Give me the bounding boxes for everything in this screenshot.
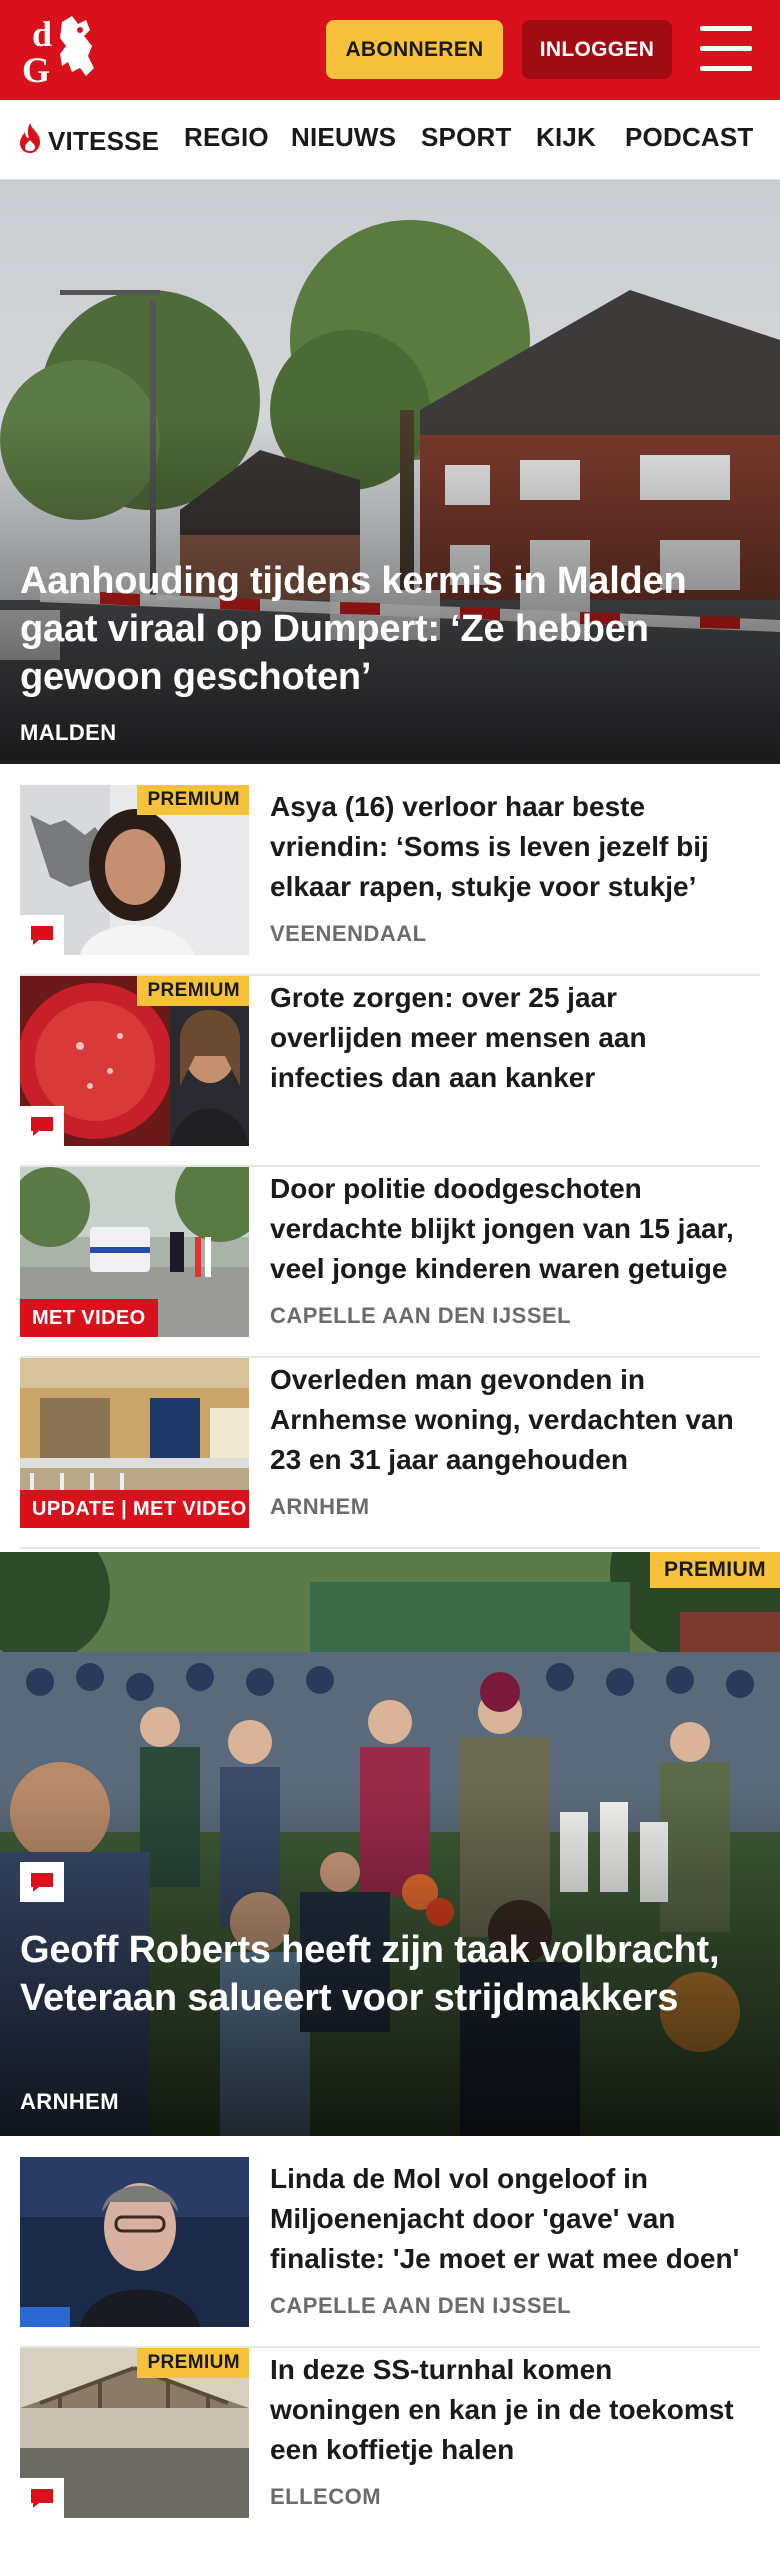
premium-badge: PREMIUM: [137, 976, 249, 1006]
main-nav: VITESSE REGIO NIEUWS SPORT KIJK PODCAST: [0, 100, 780, 180]
nav-item-vitesse[interactable]: VITESSE: [16, 122, 159, 157]
hero-location: ARNHEM: [20, 2089, 119, 2114]
list-item[interactable]: PREMIUM Grote zorgen: over 25 jaar overl…: [20, 976, 760, 1167]
hero-location: MALDEN: [20, 720, 117, 745]
hero-title[interactable]: Geoff Roberts heeft zijn taak volbracht,…: [20, 1926, 750, 2022]
article-title[interactable]: Overleden man gevonden in Arnhemse wonin…: [270, 1360, 750, 1480]
premium-badge: PREMIUM: [137, 2348, 249, 2378]
list-item[interactable]: PREMIUM Asya (16) verloor haar beste vri…: [20, 785, 760, 976]
article-thumbnail: [20, 2157, 249, 2327]
hero-title[interactable]: Aanhouding tijdens kermis in Malden gaat…: [20, 557, 750, 701]
article-title[interactable]: Door politie doodgeschoten verdachte bli…: [270, 1169, 750, 1289]
article-title[interactable]: Grote zorgen: over 25 jaar overlijden me…: [270, 978, 750, 1098]
article-location: CAPELLE AAN DEN IJSSEL: [270, 1303, 572, 1328]
article-thumbnail: PREMIUM: [20, 976, 249, 1146]
nav-item-regio[interactable]: REGIO: [184, 122, 269, 153]
article-thumbnail: MET VIDEO: [20, 1167, 249, 1337]
comment-icon: [20, 1106, 64, 1146]
login-button[interactable]: INLOGGEN: [522, 20, 672, 79]
comment-icon: [20, 1862, 64, 1902]
top-header: d G ABONNEREN INLOGGEN: [0, 0, 780, 100]
list-item[interactable]: Linda de Mol vol ongeloof in Miljoenenja…: [20, 2157, 760, 2348]
article-title[interactable]: In deze SS-turnhal komen woningen en kan…: [270, 2350, 750, 2470]
article-title[interactable]: Linda de Mol vol ongeloof in Miljoenenja…: [270, 2159, 750, 2279]
comment-icon: [20, 2478, 64, 2518]
article-thumbnail: PREMIUM: [20, 785, 249, 955]
nav-item-podcast[interactable]: PODCAST: [625, 122, 754, 153]
article-thumbnail: PREMIUM: [20, 2348, 249, 2518]
premium-badge: PREMIUM: [650, 1552, 780, 1588]
video-badge: MET VIDEO: [20, 1299, 158, 1337]
subscribe-button[interactable]: ABONNEREN: [326, 20, 503, 79]
hero-article[interactable]: PREMIUM Geoff Roberts heeft zijn taak vo…: [0, 1552, 780, 2136]
article-location: VEENENDAAL: [270, 921, 427, 946]
article-location: ELLECOM: [270, 2484, 382, 2509]
nav-item-kijk[interactable]: KIJK: [536, 122, 596, 153]
article-location: ARNHEM: [270, 1494, 370, 1519]
nav-item-sport[interactable]: SPORT: [421, 122, 512, 153]
svg-text:d: d: [32, 14, 52, 54]
flame-icon: [20, 123, 40, 153]
hero-article[interactable]: Aanhouding tijdens kermis in Malden gaat…: [0, 180, 780, 764]
nav-item-nieuws[interactable]: NIEUWS: [291, 122, 396, 153]
article-thumbnail: UPDATE | MET VIDEO: [20, 1358, 249, 1528]
list-item[interactable]: MET VIDEO Door politie doodgeschoten ver…: [20, 1167, 760, 1358]
hamburger-menu-icon[interactable]: [700, 26, 752, 72]
dg-logo-icon[interactable]: d G: [22, 12, 114, 90]
article-location: CAPELLE AAN DEN IJSSEL: [270, 2293, 572, 2318]
list-item[interactable]: PREMIUM In deze SS-turnhal komen woninge…: [20, 2348, 760, 2539]
update-video-badge: UPDATE | MET VIDEO: [20, 1490, 249, 1528]
premium-badge: PREMIUM: [137, 785, 249, 815]
svg-text:G: G: [22, 50, 50, 90]
nav-item-label: VITESSE: [48, 126, 160, 156]
article-title[interactable]: Asya (16) verloor haar beste vriendin: ‘…: [270, 787, 750, 907]
comment-icon: [20, 915, 64, 955]
list-item[interactable]: UPDATE | MET VIDEO Overleden man gevonde…: [20, 1358, 760, 1549]
